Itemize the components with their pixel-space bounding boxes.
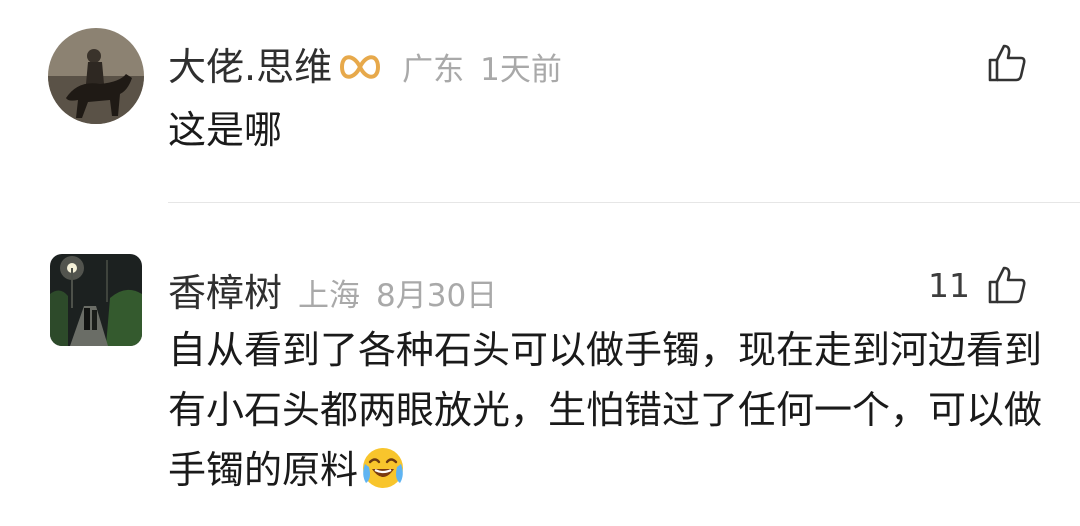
comment-text: 这是哪 [168, 108, 283, 152]
comment-time: 1天前 [480, 52, 562, 88]
username[interactable]: 香樟树 [168, 262, 282, 317]
comment-text-body: 自从看到了各种石头可以做手镯，现在走到河边看到有小石头都两眼放光，生怕错过了任何… [168, 328, 1043, 492]
comment-time: 8月30日 [376, 278, 498, 314]
username[interactable]: 大佬.思维 [168, 36, 332, 91]
vip-infinity-badge-icon [340, 55, 381, 79]
comment-location: 广东 [402, 52, 465, 88]
like-button[interactable] [970, 42, 1028, 84]
like-count: 11 [928, 265, 970, 305]
thumbs-up-icon [988, 44, 1026, 82]
comment-item [0, 0, 1080, 203]
comment-header: 大佬.思维 广东 1天前 [168, 36, 562, 91]
comment-text: 自从看到了各种石头可以做手镯，现在走到河边看到有小石头都两眼放光，生怕错过了任何… [168, 320, 1048, 500]
comment-divider [168, 202, 1080, 203]
thumbs-up-icon [988, 266, 1026, 304]
avatar[interactable] [50, 254, 142, 346]
comment-location: 上海 [298, 278, 361, 314]
like-button[interactable]: 11 [928, 264, 1028, 306]
comment-header: 香樟树 上海 8月30日 [168, 262, 497, 317]
avatar[interactable] [48, 28, 144, 124]
crying-laughing-emoji [363, 448, 404, 488]
